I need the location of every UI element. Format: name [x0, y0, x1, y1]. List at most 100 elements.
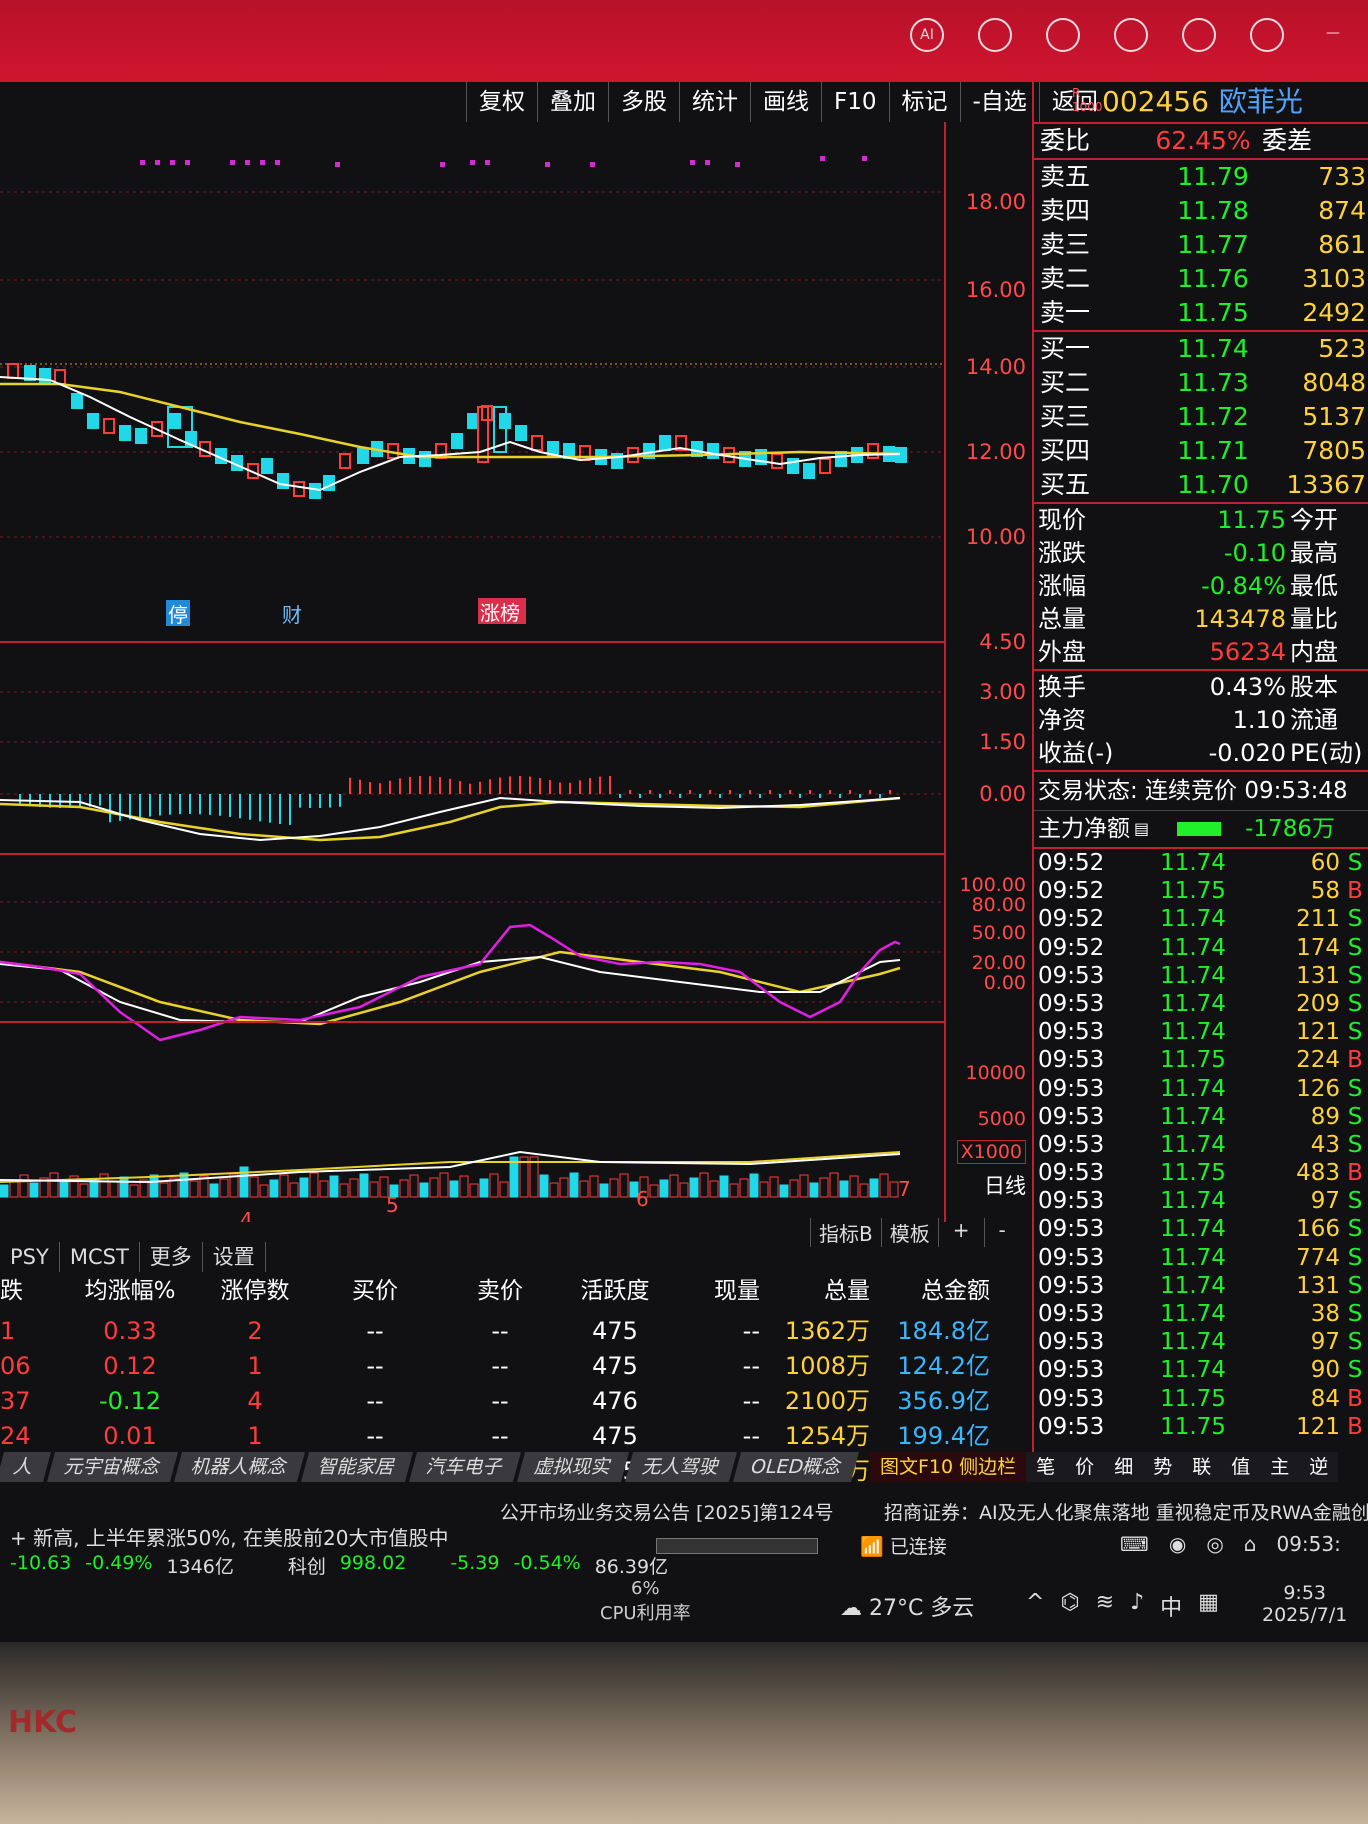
period-label[interactable]: 日线 — [984, 1170, 1026, 1200]
side-tab-7[interactable]: 主 — [1260, 1452, 1300, 1482]
list-icon[interactable]: ▤ — [1134, 811, 1149, 847]
user-icon[interactable] — [1046, 18, 1080, 52]
side-tab-0[interactable]: 图文F10 侧边栏 — [870, 1452, 1027, 1482]
side-tab-2[interactable]: 价 — [1065, 1452, 1105, 1482]
ai-icon[interactable]: AI — [910, 18, 944, 52]
x-label-5: 5 — [386, 1193, 399, 1217]
info-value: -0.020 — [1208, 739, 1286, 767]
weather-widget[interactable]: ☁ 27°C 多云 — [840, 1590, 974, 1622]
toolbar-huaxian[interactable]: 画线 — [750, 82, 821, 122]
tick-list[interactable]: 09:52 11.74 60 S 09:52 11.75 58 B 09:52 11.74 211 S… — [1034, 847, 1368, 1441]
index-a: -10.63 — [10, 1552, 72, 1574]
sell-row-1[interactable]: 卖五 11.79 733 — [1034, 160, 1368, 194]
sell-row-2[interactable]: 卖四 11.78 874 — [1034, 194, 1368, 228]
col-bid[interactable]: 买价 — [310, 1274, 440, 1308]
marker-zhangbang[interactable]: 涨榜 — [480, 601, 520, 625]
network-icon[interactable]: ⌬ — [1060, 1590, 1079, 1622]
buy-row-4[interactable]: 买四 11.71 7805 — [1034, 434, 1368, 468]
tab-mcst[interactable]: MCST — [60, 1242, 140, 1272]
side-tab-5[interactable]: 联 — [1182, 1452, 1222, 1482]
toolbar-f10[interactable]: F10 — [821, 82, 889, 122]
table-row[interactable]: 24 0.01 1 -- -- 475 -- 1254万 199.4亿 — [0, 1419, 1000, 1454]
toolbar-zixuan[interactable]: -自选 — [959, 82, 1039, 122]
buy-row-1[interactable]: 买一 11.74 523 — [1034, 332, 1368, 366]
refresh-icon[interactable]: ◎ — [1206, 1532, 1223, 1556]
candle — [451, 433, 463, 449]
clock[interactable]: 9:53 2025/7/1 — [1262, 1582, 1347, 1626]
buy-row-5[interactable]: 买五 11.70 13367 — [1034, 468, 1368, 502]
keyboard-icon[interactable]: ⌨ — [1120, 1532, 1149, 1556]
tick-qty: 211 — [1296, 906, 1340, 933]
screen-icon[interactable] — [1114, 18, 1148, 52]
info-value: -0.10 — [1223, 539, 1286, 567]
tab-minus[interactable]: - — [983, 1218, 1020, 1247]
gear-icon[interactable] — [1250, 18, 1284, 52]
col-ask[interactable]: 卖价 — [440, 1274, 560, 1308]
ime-indicator[interactable]: 中 — [1160, 1590, 1182, 1622]
tab-psy[interactable]: PSY — [0, 1242, 60, 1272]
block-tab-5[interactable]: 虚拟现实 — [517, 1452, 630, 1482]
buy-price: 11.72 — [1177, 402, 1249, 431]
table-header: 跌 均涨幅% 涨停数 买价 卖价 活跃度 现量 总量 总金额 — [0, 1274, 1000, 1308]
sell-row-5[interactable]: 卖一 11.75 2492 — [1034, 296, 1368, 330]
buy-row-2[interactable]: 买二 11.73 8048 — [1034, 366, 1368, 400]
table-row[interactable]: 06 0.12 1 -- -- 475 -- 1008万 124.2亿 — [0, 1349, 1000, 1384]
col-totalvol[interactable]: 总量 — [760, 1274, 870, 1308]
minimize-icon[interactable]: — — [1318, 18, 1348, 48]
block-tab-7[interactable]: OLED概念 — [733, 1452, 860, 1482]
toolbar-fuquan[interactable]: 复权 — [466, 82, 537, 122]
col-die[interactable]: 跌 — [0, 1274, 60, 1308]
info-label: 收益(-) — [1038, 739, 1114, 767]
marker-ting[interactable]: 停 — [168, 603, 188, 627]
side-tab-8[interactable]: 逆 — [1299, 1452, 1339, 1482]
tab-muban[interactable]: 模板 — [880, 1218, 938, 1247]
table-row[interactable]: 37 -0.12 4 -- -- 476 -- 2100万 356.9亿 — [0, 1384, 1000, 1419]
block-tab-6[interactable]: 无人驾驶 — [625, 1452, 738, 1482]
tab-settings[interactable]: 设置 — [203, 1242, 266, 1272]
connected-text: 已连接 — [889, 1536, 947, 1558]
news-2[interactable]: 招商证券：AI及无人化聚焦落地 重视稳定币及RWA金融创 — [884, 1498, 1368, 1525]
kline-chart[interactable]: 4 5 6 7 停 财 涨榜 — [0, 122, 944, 1222]
toolbar-biaoji[interactable]: 标记 — [888, 82, 960, 122]
chevron-up-icon[interactable]: ^ — [1026, 1590, 1044, 1622]
sell-price: 11.75 — [1177, 298, 1249, 327]
block-tab-0[interactable]: 人 — [0, 1452, 52, 1482]
toolbar-duogu[interactable]: 多股 — [608, 82, 679, 122]
col-activity[interactable]: 活跃度 — [560, 1274, 670, 1308]
block-tab-4[interactable]: 汽车电子 — [409, 1452, 522, 1482]
cpu-widget[interactable]: 6% CPU利用率 — [600, 1578, 691, 1625]
sector-table: 指标B 模板 + - PSY MCST 更多 设置 跌 均涨幅% 涨停数 买价 … — [0, 1218, 1020, 1485]
headset-icon[interactable] — [978, 18, 1012, 52]
cube-icon[interactable] — [1182, 18, 1216, 52]
wifi-tray-icon[interactable]: ≋ — [1096, 1590, 1114, 1622]
side-tab-1[interactable]: 笔 — [1026, 1452, 1066, 1482]
col-avg[interactable]: 均涨幅% — [60, 1274, 200, 1308]
col-amount[interactable]: 总金额 — [870, 1274, 990, 1308]
tab-zhibiaob[interactable]: 指标B — [810, 1218, 881, 1247]
buy-row-3[interactable]: 买三 11.72 5137 — [1034, 400, 1368, 434]
tab-more[interactable]: 更多 — [140, 1242, 203, 1272]
table-row[interactable]: 1 0.33 2 -- -- 475 -- 1362万 184.8亿 — [0, 1314, 1000, 1349]
col-limitup[interactable]: 涨停数 — [200, 1274, 310, 1308]
speaker-icon[interactable]: ♪ — [1130, 1590, 1144, 1622]
cell-b: 0.12 — [103, 1352, 157, 1380]
sell-row-4[interactable]: 卖二 11.76 3103 — [1034, 262, 1368, 296]
tick-side: B — [1347, 1385, 1363, 1412]
side-tab-4[interactable]: 势 — [1143, 1452, 1183, 1482]
tab-plus[interactable]: + — [937, 1218, 984, 1247]
news-1[interactable]: 公开市场业务交易公告 [2025]第124号 — [500, 1498, 833, 1525]
block-tab-3[interactable]: 智能家居 — [301, 1452, 414, 1482]
grid-icon[interactable]: ▦ — [1198, 1590, 1219, 1622]
toolbar-diejia[interactable]: 叠加 — [537, 82, 608, 122]
block-tab-2[interactable]: 机器人概念 — [174, 1452, 306, 1482]
sell-row-3[interactable]: 卖三 11.77 861 — [1034, 228, 1368, 262]
side-tab-6[interactable]: 值 — [1221, 1452, 1261, 1482]
ticker-text[interactable]: + 新高, 上半年累涨50%, 在美股前20大市值股中 — [10, 1522, 448, 1551]
location-icon[interactable]: ◉ — [1169, 1532, 1186, 1556]
marker-cai[interactable]: 财 — [282, 603, 302, 627]
col-nowvol[interactable]: 现量 — [670, 1274, 760, 1308]
toolbar-tongji[interactable]: 统计 — [679, 82, 750, 122]
side-tab-3[interactable]: 细 — [1104, 1452, 1144, 1482]
block-tab-1[interactable]: 元宇宙概念 — [46, 1452, 179, 1482]
lock-icon[interactable]: ⌂ — [1244, 1532, 1257, 1556]
